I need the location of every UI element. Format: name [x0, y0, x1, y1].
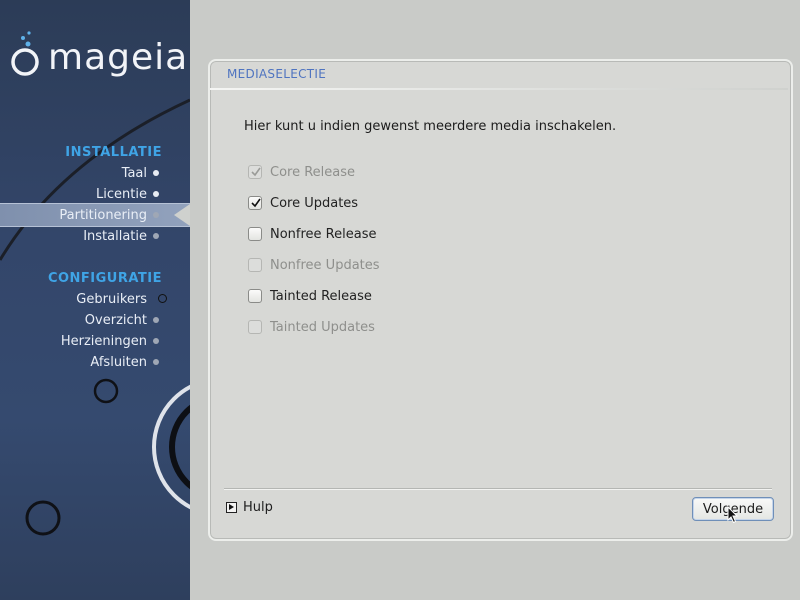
- step-licentie: Licentie: [96, 187, 147, 202]
- step-gebruikers: Gebruikers: [76, 292, 147, 307]
- checkbox-core-updates[interactable]: [248, 196, 262, 210]
- section-title-configuratie: CONFIGURATIE: [47, 271, 162, 286]
- step-afsluiten: Afsluiten: [90, 355, 147, 370]
- footer-divider-highlight: [224, 489, 772, 490]
- step-dot-icon: [153, 212, 159, 218]
- step-dot-icon: [153, 338, 159, 344]
- title-divider: [210, 88, 788, 90]
- sidebar: mageia INSTALLATIE Taal Licentie Partiti…: [0, 0, 190, 600]
- checkbox-nonfree-updates: [248, 258, 262, 272]
- step-done-dot-icon: [153, 170, 159, 176]
- option-label: Tainted Updates: [270, 319, 375, 335]
- step-herzieningen: Herzieningen: [60, 334, 147, 349]
- step-partitionering: Partitionering: [59, 208, 147, 223]
- option-label: Nonfree Updates: [270, 257, 380, 273]
- mouse-cursor-icon: [727, 506, 739, 524]
- option-tainted-release[interactable]: Tainted Release: [248, 287, 372, 305]
- check-icon: [251, 198, 261, 208]
- checkbox-tainted-updates: [248, 320, 262, 334]
- option-nonfree-updates: Nonfree Updates: [248, 256, 380, 274]
- step-overzicht: Overzicht: [84, 313, 147, 328]
- intro-text: Hier kunt u indien gewenst meerdere medi…: [244, 119, 617, 134]
- step-installatie: Installatie: [83, 229, 147, 244]
- checkbox-core-release: [248, 165, 262, 179]
- option-label: Core Release: [270, 164, 356, 180]
- active-step-arrow-icon: [174, 204, 190, 226]
- option-label: Nonfree Release: [270, 226, 377, 242]
- step-done-dot-icon: [153, 191, 159, 197]
- section-title-installatie: INSTALLATIE: [65, 145, 162, 160]
- step-taal: Taal: [121, 166, 147, 181]
- checkbox-nonfree-release[interactable]: [248, 227, 262, 241]
- mageia-logo-icon: [11, 31, 39, 76]
- help-button[interactable]: Hulp: [226, 500, 273, 515]
- expander-arrow-icon: [226, 502, 237, 513]
- option-label: Core Updates: [270, 195, 359, 211]
- check-icon: [251, 167, 261, 177]
- checkbox-tainted-release[interactable]: [248, 289, 262, 303]
- option-nonfree-release[interactable]: Nonfree Release: [248, 225, 376, 243]
- option-tainted-updates: Tainted Updates: [248, 318, 375, 336]
- step-dot-icon: [153, 359, 159, 365]
- step-dot-icon: [153, 233, 159, 239]
- step-ring-icon: [158, 294, 167, 303]
- logo-text: mageia: [48, 37, 189, 78]
- option-core-updates[interactable]: Core Updates: [248, 194, 358, 212]
- step-dot-icon: [153, 317, 159, 323]
- option-core-release: Core Release: [248, 163, 355, 181]
- dialog-title: MEDIASELECTIE: [227, 67, 327, 81]
- help-label: Hulp: [243, 500, 273, 515]
- option-label: Tainted Release: [270, 288, 372, 304]
